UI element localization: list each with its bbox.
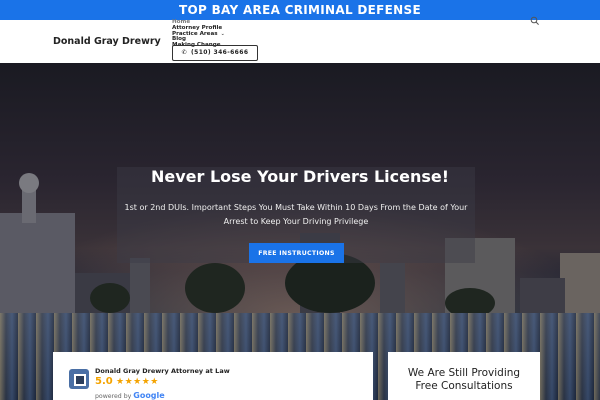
site-header: Donald Gray Drewry Home Attorney Profile… [0,16,600,63]
consultation-line-1: We Are Still Providing [407,367,521,379]
hero-title: Never Lose Your Drivers License! [150,167,450,186]
top-banner: TOP BAY AREA CRIMINAL DEFENSE [0,0,600,20]
consultation-card: We Are Still Providing Free Consultation… [388,352,540,400]
free-instructions-button[interactable]: FREE INSTRUCTIONS [249,243,344,263]
consultation-line-2: Free Consultations [415,380,513,392]
review-score: 5.0 [95,376,113,387]
phone-button[interactable]: ✆ (510) 346-6666 [172,45,258,61]
business-logo-icon [69,369,89,389]
consultation-text: We Are Still Providing Free Consultation… [388,367,540,393]
powered-by-label: powered by [95,393,132,400]
google-review-card[interactable]: Donald Gray Drewry Attorney at Law 5.0 ★… [53,352,373,400]
google-wordmark-text: Google [133,391,165,400]
top-banner-text: TOP BAY AREA CRIMINAL DEFENSE [179,3,421,17]
hero-section: Never Lose Your Drivers License! 1st or … [0,63,600,400]
review-stars: ★★★★★ [116,377,159,387]
hero-subtitle: 1st or 2nd DUIs. Important Steps You Mus… [124,203,468,226]
powered-by-google: powered by Google [95,391,165,400]
phone-icon: ✆ [181,49,187,56]
site-brand[interactable]: Donald Gray Drewry [53,36,161,47]
chevron-down-icon: ⌄ [220,30,225,37]
search-icon[interactable] [530,16,540,26]
google-wordmark: Google [133,391,164,400]
phone-number: (510) 346-6666 [191,49,249,56]
review-business-name: Donald Gray Drewry Attorney at Law [95,367,230,375]
